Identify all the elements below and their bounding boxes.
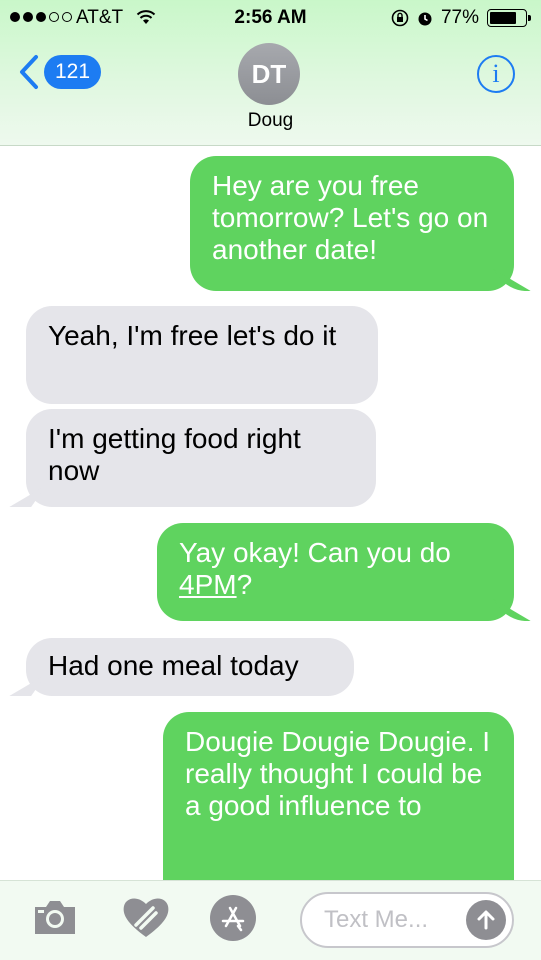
alarm-icon (418, 12, 432, 26)
info-button[interactable]: i (477, 55, 515, 93)
battery-icon (487, 9, 531, 27)
unread-count-badge: 121 (44, 55, 102, 89)
navigation-header: AT&T 2:56 AM 77% 121 DT Doug i (0, 0, 541, 146)
chevron-left-icon (20, 55, 38, 89)
message-text: Yeah, I'm free let's do it (48, 320, 337, 351)
contact-name[interactable]: Doug (0, 110, 541, 132)
message-bubble-received[interactable]: Had one meal today (26, 638, 354, 696)
orientation-lock-icon (391, 9, 409, 27)
app-store-button[interactable] (210, 895, 256, 941)
digital-touch-heart-icon[interactable] (120, 893, 172, 941)
battery-level (490, 12, 517, 24)
time-link[interactable]: 4PM (179, 569, 237, 600)
app-store-icon (221, 906, 245, 932)
send-button[interactable] (466, 900, 506, 940)
message-text: Dougie Dougie Dougie. I really thought I… (185, 726, 491, 821)
message-input-placeholder: Text Me... (324, 906, 429, 933)
message-input[interactable]: Text Me... (300, 892, 514, 948)
message-text-start: Yay okay! Can you do (179, 537, 451, 568)
message-text: Hey are you free tomorrow? Let's go on a… (212, 170, 489, 265)
back-button[interactable]: 121 (18, 54, 102, 90)
battery-percent: 77% (440, 7, 479, 28)
status-right: 77% (391, 7, 531, 29)
camera-icon[interactable] (32, 897, 78, 937)
message-bubble-sent[interactable]: Hey are you free tomorrow? Let's go on a… (190, 156, 514, 291)
message-bubble-received[interactable]: I'm getting food right now (26, 409, 376, 507)
contact-avatar[interactable]: DT (238, 43, 300, 105)
message-bubble-received[interactable]: Yeah, I'm free let's do it (26, 306, 378, 404)
message-text: Had one meal today (48, 650, 299, 681)
message-text-end: ? (236, 569, 253, 600)
status-bar: AT&T 2:56 AM 77% (0, 0, 541, 36)
message-bubble-sent[interactable]: Yay okay! Can you do 4PM? (157, 523, 514, 621)
send-arrow-icon (477, 910, 495, 930)
message-text: I'm getting food right now (48, 423, 301, 486)
